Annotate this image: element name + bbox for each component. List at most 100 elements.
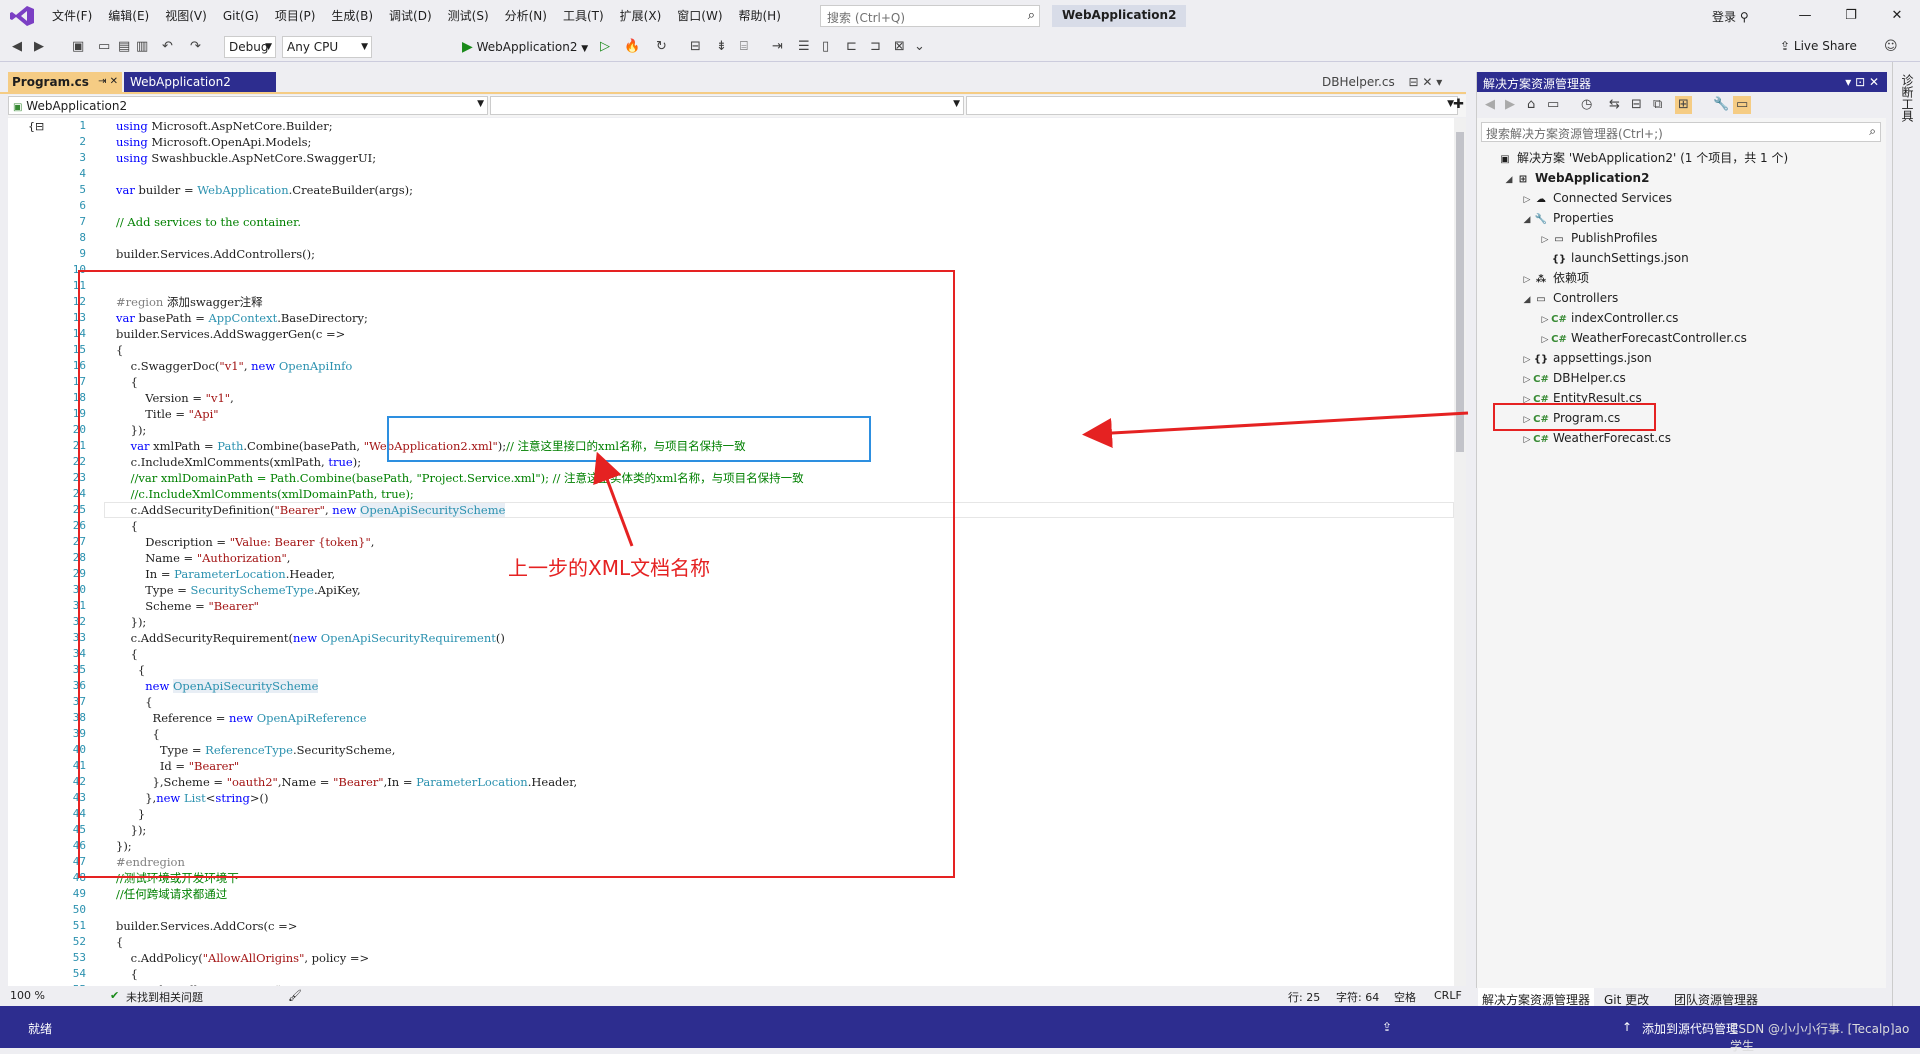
- close-button[interactable]: ✕: [1874, 0, 1920, 32]
- bookmark-icon[interactable]: ▯: [822, 38, 829, 56]
- back-icon[interactable]: ◀: [1485, 96, 1495, 114]
- tree-item[interactable]: ▷ ▭ PublishProfiles: [1539, 228, 1658, 250]
- tab-team-explorer[interactable]: 团队资源管理器: [1670, 988, 1762, 1008]
- bookmark-clear-icon[interactable]: ⊠: [894, 38, 905, 56]
- tree-item[interactable]: ▷ ⁂ 依赖项: [1521, 268, 1589, 288]
- tree-item[interactable]: ▷ ☁ Connected Services: [1521, 188, 1673, 208]
- forward-icon[interactable]: ▶: [34, 38, 44, 56]
- code-line[interactable]: // Add services to the container.: [116, 214, 301, 230]
- hot-reload-icon[interactable]: 🔥: [624, 38, 640, 56]
- menu-item[interactable]: 视图(V): [157, 0, 215, 32]
- tree-item[interactable]: ▷ C# WeatherForecast.cs: [1521, 428, 1671, 448]
- tree-item[interactable]: ▷ C# indexController.cs: [1539, 308, 1679, 330]
- upload-icon[interactable]: ⇪: [1382, 1020, 1392, 1034]
- diagnostics-tools-tab[interactable]: 诊断工具: [1899, 74, 1916, 122]
- forward-icon[interactable]: ▶: [1505, 96, 1515, 114]
- sync-icon[interactable]: ⇆: [1609, 96, 1620, 114]
- menu-item[interactable]: 扩展(X): [612, 0, 670, 32]
- member-dropdown[interactable]: ▼: [966, 96, 1458, 115]
- back-icon[interactable]: ◀: [12, 38, 22, 56]
- step-icon[interactable]: ⇟: [716, 38, 727, 56]
- undo-icon[interactable]: ↶: [162, 38, 173, 56]
- code-line[interactable]: var builder = WebApplication.CreateBuild…: [116, 182, 413, 198]
- expander-icon[interactable]: ◢: [1521, 210, 1533, 230]
- find-icon[interactable]: ⌸: [740, 38, 748, 56]
- whitespace-mode[interactable]: 空格: [1394, 989, 1416, 1005]
- tree-item[interactable]: ▷ C# WeatherForecastController.cs: [1539, 328, 1747, 348]
- expander-icon[interactable]: ▷: [1521, 430, 1533, 450]
- save-icon[interactable]: ▤: [118, 38, 130, 56]
- expander-icon[interactable]: ◢: [1503, 170, 1515, 190]
- login-button[interactable]: 登录 ⚲: [1712, 8, 1749, 25]
- show-all-files-icon[interactable]: ⧉: [1653, 96, 1662, 114]
- code-line[interactable]: c.AddPolicy("AllowAllOrigins", policy =>: [116, 950, 370, 966]
- configuration-dropdown[interactable]: Debug ▼: [224, 36, 276, 58]
- tab-dbhelper-cs[interactable]: DBHelper.cs ⊟ ✕ ▾: [1316, 72, 1448, 92]
- expander-icon[interactable]: ▷: [1521, 370, 1533, 390]
- code-line[interactable]: {: [116, 934, 123, 950]
- expander-icon[interactable]: ▷: [1521, 270, 1533, 290]
- menu-item[interactable]: Git(G): [215, 0, 267, 32]
- tab-solution-explorer[interactable]: 解决方案资源管理器: [1478, 988, 1595, 1008]
- open-file-icon[interactable]: ▭: [98, 38, 110, 56]
- menu-item[interactable]: 帮助(H): [731, 0, 789, 32]
- vertical-scrollbar[interactable]: [1454, 118, 1466, 986]
- platform-dropdown[interactable]: Any CPU ▼: [282, 36, 372, 58]
- project-dropdown[interactable]: ▣ WebApplication2 ▼: [8, 96, 488, 115]
- run-button[interactable]: ▶ WebApplication2 ▼: [462, 37, 588, 57]
- maximize-button[interactable]: ❐: [1828, 0, 1874, 32]
- live-share-button[interactable]: ⇪ Live Share: [1780, 39, 1857, 53]
- menu-item[interactable]: 窗口(W): [669, 0, 730, 32]
- tree-item[interactable]: ◢ 🔧 Properties: [1521, 208, 1614, 228]
- expander-icon[interactable]: ▷: [1521, 350, 1533, 370]
- home-icon[interactable]: ⌂: [1527, 96, 1535, 114]
- code-line[interactable]: //任何跨域请求都通过: [116, 886, 227, 902]
- feedback-icon[interactable]: ☺: [1884, 38, 1898, 56]
- refresh-icon[interactable]: ↻: [656, 38, 667, 56]
- collapse-all-icon[interactable]: ⊟: [1631, 96, 1642, 114]
- tree-item[interactable]: ◢ ⊞ WebApplication2: [1503, 168, 1650, 190]
- menu-item[interactable]: 项目(P): [267, 0, 324, 32]
- add-to-source-control[interactable]: 添加到源代码管理: [1642, 1020, 1738, 1037]
- expander-icon[interactable]: ▷: [1539, 310, 1551, 330]
- tab-pin-close-icon[interactable]: ⇥ ✕: [98, 76, 118, 87]
- indent-icon[interactable]: ⇥: [772, 38, 783, 56]
- code-line[interactable]: using Microsoft.AspNetCore.Builder;: [116, 118, 333, 134]
- switch-view-icon[interactable]: ▭: [1547, 96, 1559, 114]
- type-dropdown[interactable]: ▼: [490, 96, 964, 115]
- split-icon[interactable]: ✚: [1453, 97, 1464, 112]
- properties-icon[interactable]: 🔧: [1713, 96, 1729, 114]
- expander-icon[interactable]: ▷: [1539, 230, 1551, 250]
- comment-icon[interactable]: ☰: [798, 38, 810, 56]
- code-line[interactable]: {: [116, 966, 138, 982]
- new-project-icon[interactable]: ▣: [72, 38, 84, 56]
- minimize-button[interactable]: —: [1782, 0, 1828, 32]
- code-lens-icon[interactable]: {⊟: [28, 120, 44, 133]
- tab-webapplication2[interactable]: WebApplication2: [124, 72, 276, 92]
- search-input[interactable]: 搜索 (Ctrl+Q) ⌕: [820, 5, 1040, 27]
- brush-icon[interactable]: 🖌: [288, 989, 302, 1002]
- line-ending[interactable]: CRLF: [1434, 989, 1462, 1002]
- menu-item[interactable]: 编辑(E): [100, 0, 157, 32]
- start-without-debug-icon[interactable]: ▷: [600, 38, 610, 56]
- menu-item[interactable]: 测试(S): [440, 0, 497, 32]
- bookmark-next-icon[interactable]: ⊐: [870, 38, 881, 56]
- menu-item[interactable]: 分析(N): [497, 0, 555, 32]
- save-all-icon[interactable]: ▥: [136, 38, 148, 56]
- bookmark-prev-icon[interactable]: ⊏: [846, 38, 857, 56]
- redo-icon[interactable]: ↷: [190, 38, 201, 56]
- menu-item[interactable]: 调试(D): [381, 0, 440, 32]
- scrollbar-thumb[interactable]: [1456, 132, 1464, 452]
- tab-program-cs[interactable]: Program.cs ⇥ ✕: [8, 72, 122, 92]
- solution-search-input[interactable]: 搜索解决方案资源管理器(Ctrl+;) ⌕: [1481, 122, 1881, 142]
- tab-controls-icon[interactable]: ⊟ ✕ ▾: [1409, 75, 1443, 89]
- tree-item[interactable]: ▣ 解决方案 'WebApplication2' (1 个项目，共 1 个): [1485, 148, 1788, 168]
- menu-item[interactable]: 生成(B): [323, 0, 381, 32]
- code-line[interactable]: builder.Services.AddControllers();: [116, 246, 315, 262]
- preview-icon[interactable]: ⊞: [1675, 96, 1692, 114]
- expander-icon[interactable]: ▷: [1539, 330, 1551, 350]
- toolbar-overflow-icon[interactable]: ⌄: [914, 38, 925, 56]
- code-line[interactable]: builder.Services.AddCors(c =>: [116, 918, 297, 934]
- menu-item[interactable]: 工具(T): [555, 0, 612, 32]
- tree-item[interactable]: ▷ C# DBHelper.cs: [1521, 368, 1626, 388]
